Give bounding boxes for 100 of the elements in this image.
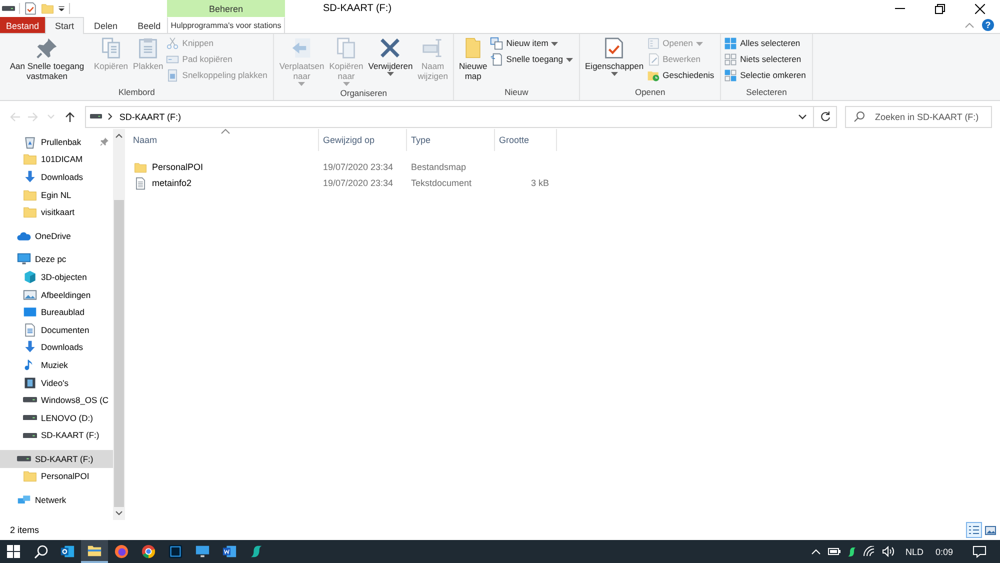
scroll-up-icon[interactable]	[115, 133, 123, 138]
quick-access-icon	[490, 52, 504, 66]
properties-icon	[603, 37, 626, 59]
caret-icon	[386, 72, 394, 76]
pin-icon[interactable]	[100, 137, 109, 146]
drive-icon	[23, 397, 37, 403]
details-view-button[interactable]	[966, 522, 982, 538]
ribbon-button[interactable]: Niets selecteren	[724, 52, 809, 66]
clipboard-icon	[137, 37, 160, 59]
navigation-item[interactable]: Video's	[0, 374, 113, 392]
ribbon-button[interactable]: Nieuwe map	[456, 35, 490, 83]
app-icon	[249, 544, 264, 559]
breadcrumb-item[interactable]: SD-KAART (F:)	[119, 112, 182, 122]
file-name[interactable]: metainfo2	[152, 178, 192, 188]
file-name[interactable]: PersonalPOI	[152, 162, 204, 172]
help-button[interactable]: ?	[982, 19, 994, 31]
navigation-item[interactable]: Afbeeldingen	[0, 286, 113, 304]
navigation-item[interactable]: Deze pc	[0, 250, 113, 268]
caret-icon	[610, 72, 618, 76]
folder-icon	[134, 160, 147, 174]
scroll-down-icon[interactable]	[115, 511, 123, 516]
navigation-item[interactable]: Downloads	[0, 338, 113, 356]
computer-icon	[17, 252, 31, 266]
restore-button[interactable]	[935, 4, 945, 14]
ribbon-button[interactable]: Verwijderen	[366, 35, 415, 78]
history-icon	[646, 68, 660, 82]
app-tray-icon[interactable]	[848, 546, 856, 556]
ribbon-button[interactable]: Aan Snelle toegang vastmaken	[3, 35, 91, 83]
ribbon-button[interactable]: Alles selecteren	[724, 36, 809, 50]
ribbon-group-label: Nieuw	[504, 87, 530, 99]
caret-icon	[696, 42, 703, 46]
properties-icon[interactable]	[24, 2, 37, 15]
file-row[interactable]: PersonalPOI 19/07/2020 23:34 Bestandsmap	[131, 159, 1000, 175]
column-header[interactable]: Gewijzigd op	[319, 129, 407, 151]
navigation-item[interactable]: Windows8_OS (C	[0, 391, 113, 409]
search-field[interactable]: Zoeken in SD-KAART (F:)	[844, 106, 992, 128]
details-list-icon	[969, 526, 979, 534]
ribbon-button[interactable]: Nieuw item	[490, 36, 576, 50]
navigation-item[interactable]: Egin NL	[0, 186, 113, 204]
navigation-item[interactable]: OneDrive	[0, 226, 113, 245]
browser-icon	[114, 544, 129, 559]
collapse-ribbon-icon[interactable]	[965, 22, 974, 28]
search-icon	[854, 110, 865, 122]
column-header[interactable]: Grootte	[495, 129, 557, 151]
navigation-item[interactable]: 3D-objecten	[0, 268, 113, 286]
up-button[interactable]	[65, 112, 76, 122]
column-header[interactable]: Type	[407, 129, 495, 151]
start-button[interactable]	[7, 545, 20, 558]
navigation-item[interactable]: Muziek	[0, 356, 113, 374]
navigation-item[interactable]: visitkaart	[0, 203, 113, 221]
address-field[interactable]: SD-KAART (F:)	[85, 106, 814, 128]
drive-icon	[17, 456, 31, 462]
clock[interactable]: 0:09	[935, 546, 953, 556]
battery-icon[interactable]	[828, 548, 842, 555]
navigation-item[interactable]: LENOVO (D:)	[0, 408, 113, 426]
dropdown-icon[interactable]	[798, 114, 808, 120]
refresh-button[interactable]	[820, 111, 831, 122]
browser-icon	[141, 544, 156, 559]
navigation-item[interactable]: Netwerk	[0, 491, 113, 509]
search-button[interactable]	[34, 544, 48, 558]
recycle-bin-icon	[23, 134, 37, 149]
shortcut-icon	[166, 68, 180, 82]
dropdown-icon[interactable]	[58, 6, 65, 12]
ribbon-button[interactable]: Geschiedenis	[646, 68, 718, 82]
drive-icon[interactable]	[2, 6, 15, 11]
ribbon-tab[interactable]: Delen	[84, 17, 128, 33]
ribbon-button[interactable]: Eigenschappen	[583, 35, 646, 78]
ribbon-group-label: Openen	[634, 87, 666, 99]
select-none-icon	[724, 52, 738, 66]
image-icon	[984, 526, 996, 534]
navigation-item[interactable]: SD-KAART (F:)	[0, 450, 113, 468]
navigation-item[interactable]: PersonalPOI	[0, 468, 113, 486]
film-icon	[23, 376, 37, 390]
window-title: SD-KAART (F:)	[323, 3, 392, 14]
column-header[interactable]: Naam	[131, 129, 319, 151]
navigation-item[interactable]: Prullenbak	[0, 133, 113, 151]
ribbon-tab[interactable]: Start	[45, 17, 84, 34]
scrollbar-thumb[interactable]	[114, 200, 124, 507]
navigation-item[interactable]: Bureaublad	[0, 303, 113, 321]
date-modified: 19/07/2020 23:34	[323, 178, 394, 188]
ribbon-button[interactable]: Selectie omkeren	[724, 68, 809, 82]
delete-icon	[379, 37, 402, 59]
wifi-icon[interactable]	[863, 546, 876, 557]
navigation-item[interactable]: Documenten	[0, 320, 113, 339]
navigation-item[interactable]: 101DICAM	[0, 150, 113, 168]
download-icon	[23, 170, 37, 184]
folder-icon	[23, 205, 37, 220]
show-hidden-icons-icon[interactable]	[811, 548, 822, 554]
taskbar-button[interactable]	[81, 540, 108, 563]
volume-icon[interactable]	[882, 546, 896, 557]
navigation-item[interactable]: SD-KAART (F:)	[0, 426, 113, 444]
chevron-icon[interactable]	[108, 113, 114, 120]
notifications-icon[interactable]	[973, 546, 986, 558]
language-indicator[interactable]: NLD	[905, 546, 924, 556]
ribbon-button[interactable]: Snelle toegang	[490, 52, 576, 66]
navigation-item[interactable]: Downloads	[0, 168, 113, 186]
new-item-icon	[490, 36, 504, 50]
file-tab[interactable]: Bestand	[0, 17, 46, 33]
file-row[interactable]: metainfo2 19/07/2020 23:34 Tekstdocument 3 kB	[131, 175, 1000, 191]
close-button[interactable]	[975, 4, 985, 14]
